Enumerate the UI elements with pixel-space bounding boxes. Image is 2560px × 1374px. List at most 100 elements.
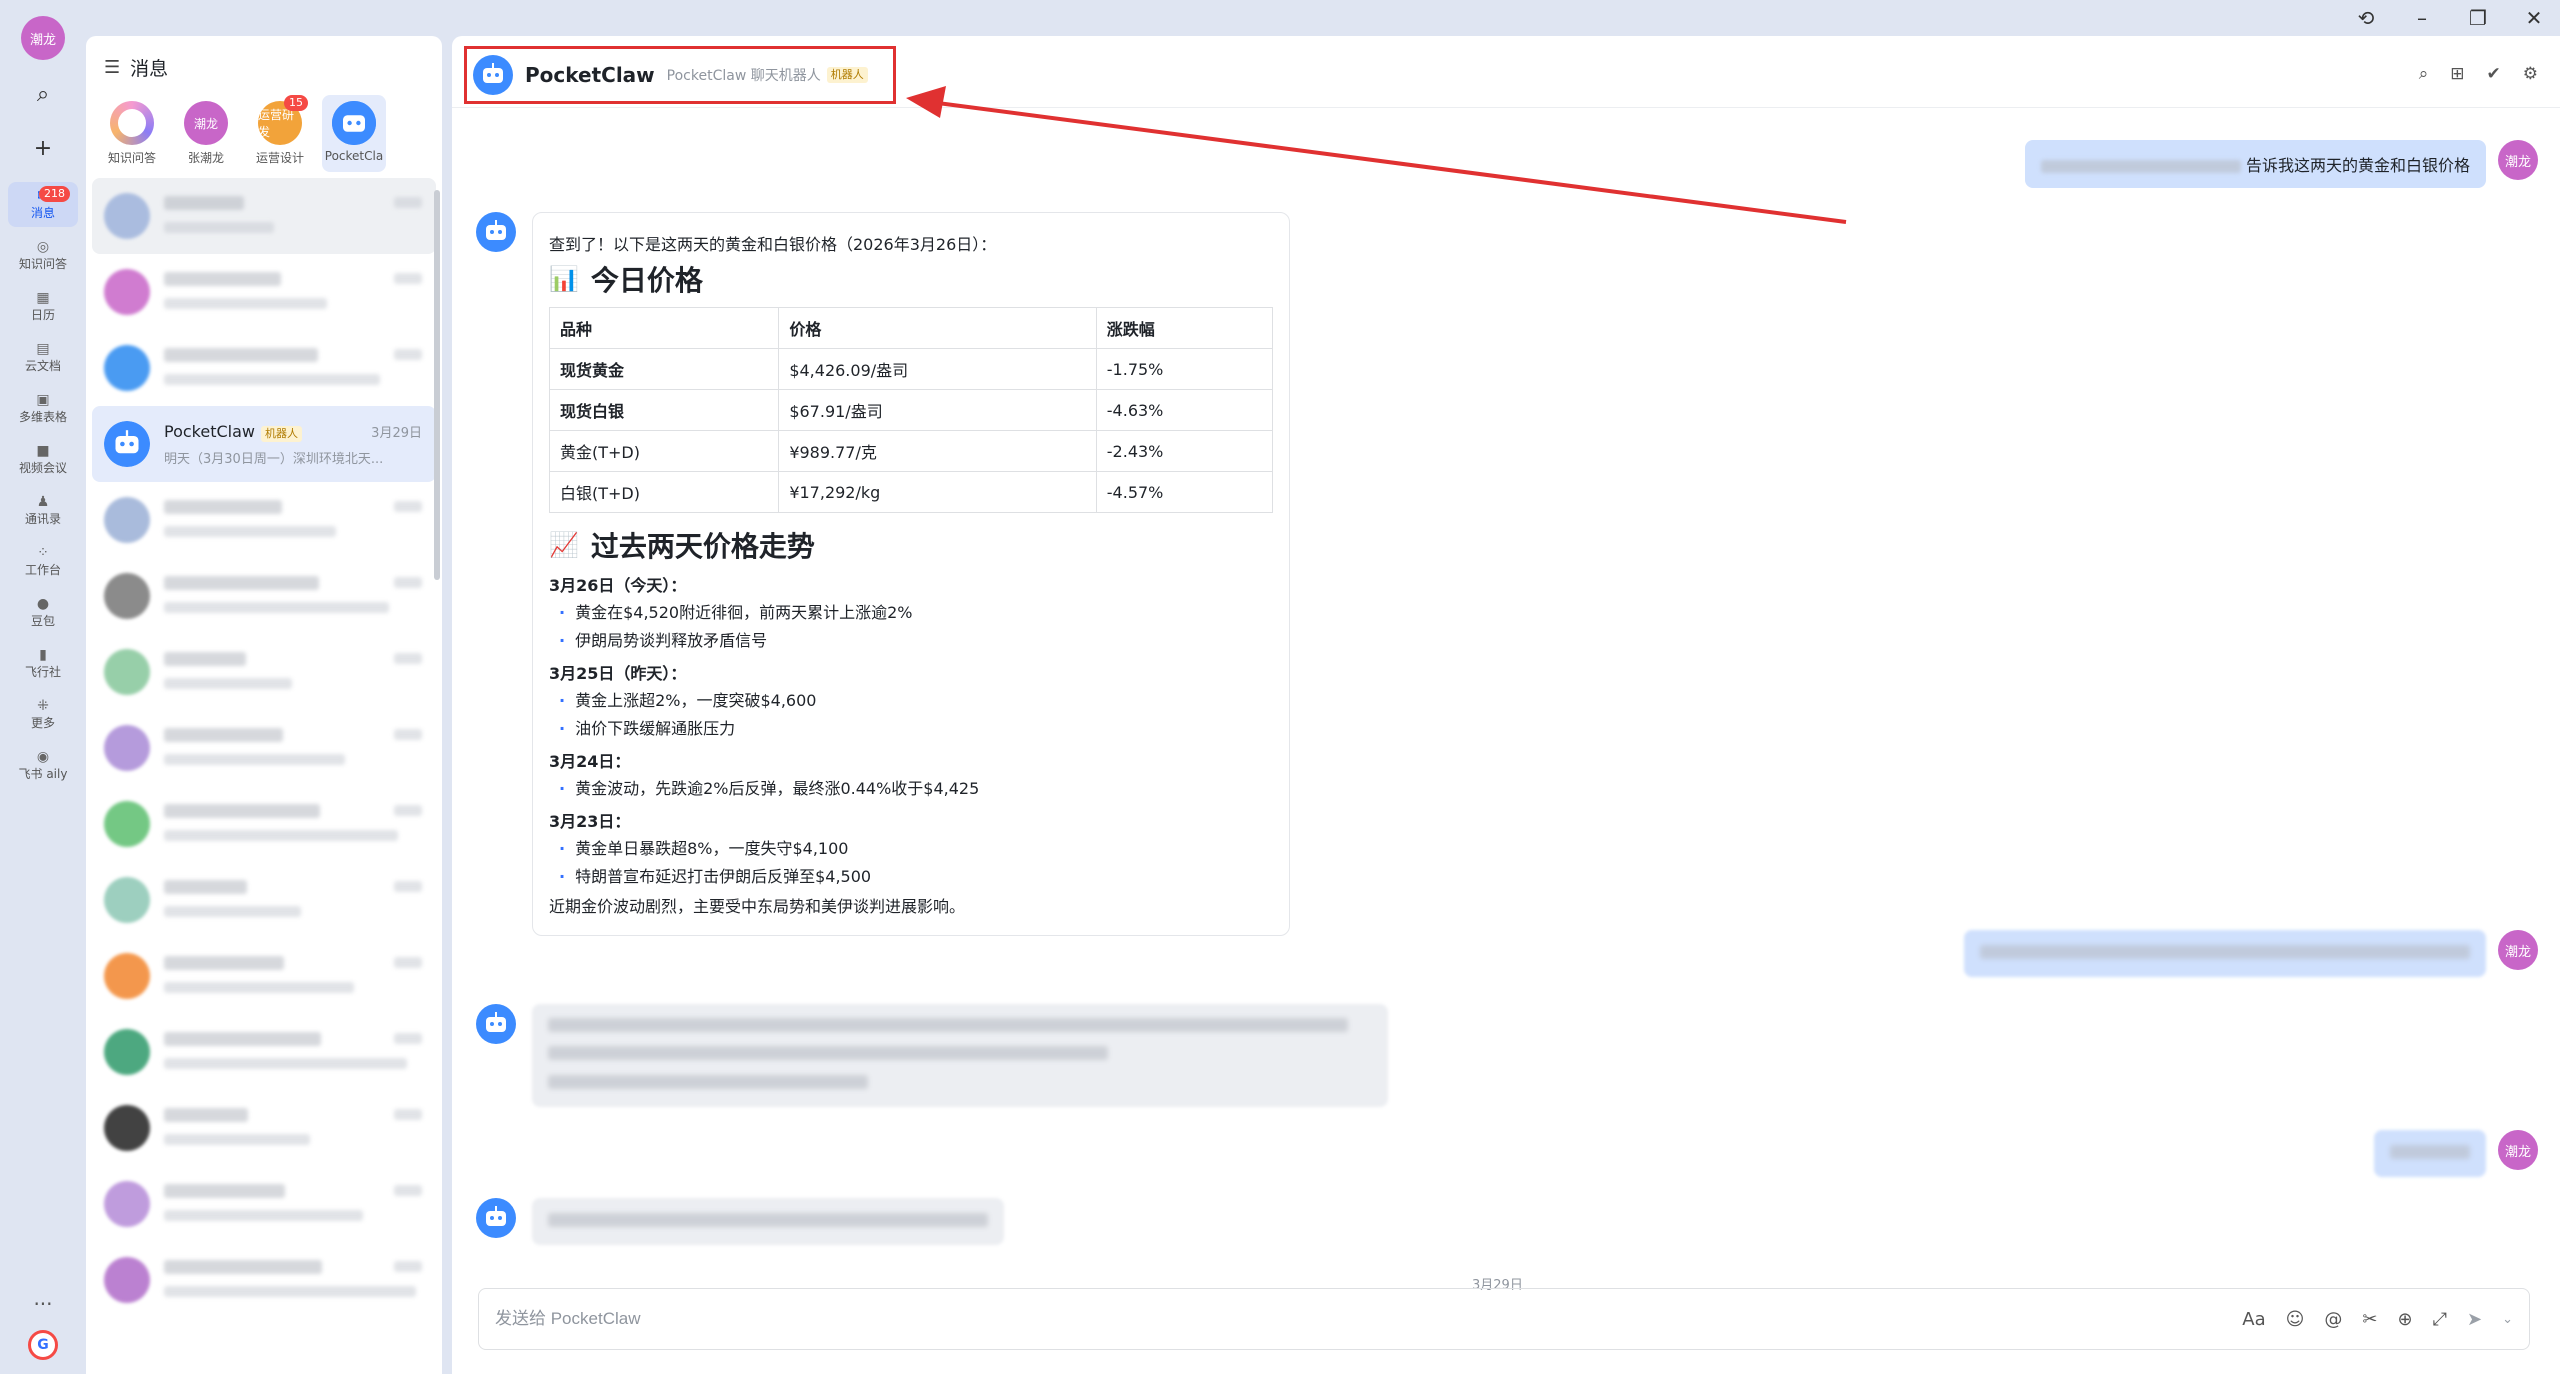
self-message-bubble[interactable]	[2374, 1130, 2486, 1177]
settings-icon[interactable]: ⚙	[2523, 64, 2538, 84]
tasks-icon[interactable]: ✔	[2487, 64, 2501, 84]
self-message-bubble[interactable]: 告诉我这两天的黄金和白银价格	[2024, 140, 2486, 188]
app-logo-icon[interactable]: G	[28, 1330, 58, 1360]
self-avatar[interactable]: 潮龙	[2498, 930, 2538, 970]
self-avatar[interactable]: 潮龙	[2498, 140, 2538, 180]
history-icon[interactable]: ⟲	[2352, 6, 2380, 30]
rail-item-1[interactable]: ◎ 知识问答	[8, 233, 78, 278]
bot-avatar-icon[interactable]	[473, 55, 513, 95]
conversation-item[interactable]	[92, 786, 436, 862]
blurred-preview	[164, 1285, 416, 1297]
rail-item-label: 飞行社	[24, 665, 61, 679]
rail-item-9[interactable]: ▮ 飞行社	[8, 641, 78, 686]
rail-item-10[interactable]: ⁜ 更多	[8, 692, 78, 737]
conversation-item[interactable]	[92, 634, 436, 710]
conversation-avatar	[104, 801, 150, 847]
conversation-avatar	[104, 345, 150, 391]
rail-item-6[interactable]: ♟ 通讯录	[8, 488, 78, 533]
conversation-item[interactable]	[92, 178, 436, 254]
search-in-chat-icon[interactable]: ⌕	[2419, 64, 2429, 84]
conversation-item[interactable]	[92, 862, 436, 938]
add-member-icon[interactable]: ⊞	[2450, 64, 2464, 84]
blurred-text	[2040, 160, 2241, 173]
rail-item-11[interactable]: ◉ 飞书 aily	[8, 743, 78, 788]
my-avatar[interactable]: 潮龙	[21, 16, 65, 60]
blurred-preview	[164, 829, 398, 841]
rail-item-5[interactable]: ■ 视频会议	[8, 437, 78, 482]
blurred-preview	[164, 753, 345, 765]
chat-title[interactable]: PocketClaw	[525, 63, 655, 87]
rail-item-3[interactable]: ▤ 云文档	[8, 335, 78, 380]
chat-title-highlight: PocketClaw PocketClaw 聊天机器人 机器人	[464, 46, 896, 104]
conversation-item[interactable]	[92, 710, 436, 786]
table-row: 现货白银 $67.91/盎司 -4.63%	[548, 389, 1274, 431]
self-avatar[interactable]: 潮龙	[2498, 1130, 2538, 1170]
conversation-item[interactable]	[92, 330, 436, 406]
conversation-item[interactable]: PocketClaw 机器人 3月29日 明天（3月30日周一）深圳环境北天...	[92, 406, 436, 482]
self-message-bubble[interactable]	[1964, 930, 2486, 977]
conversation-item[interactable]	[92, 482, 436, 558]
bot-avatar-icon[interactable]	[476, 1198, 516, 1238]
restore-button[interactable]: ❐	[2464, 6, 2492, 30]
rail-item-7[interactable]: ⁘ 工作台	[8, 539, 78, 584]
pinned-chat[interactable]: 潮龙 张潮龙	[174, 95, 238, 172]
minimize-button[interactable]: –	[2408, 6, 2436, 30]
self-message-text: 告诉我这两天的黄金和白银价格	[2245, 156, 2470, 175]
more-icon[interactable]: ···	[33, 1292, 52, 1316]
list-scrollbar[interactable]	[434, 190, 440, 580]
conversation-item[interactable]	[92, 1090, 436, 1166]
rail-item-4[interactable]: ▣ 多维表格	[8, 386, 78, 431]
conversation-item[interactable]	[92, 558, 436, 634]
send-icon[interactable]: ➤	[2467, 1309, 2482, 1330]
text-format-icon[interactable]: Aa	[2242, 1309, 2265, 1330]
expand-icon[interactable]: ⤢	[2433, 1309, 2447, 1330]
blurred-time	[394, 577, 422, 588]
conversation-item[interactable]	[92, 1166, 436, 1242]
blurred-name	[164, 575, 319, 590]
pinned-chat[interactable]: PocketCla	[322, 95, 386, 172]
bot-tag: 机器人	[826, 67, 868, 83]
add-icon[interactable]: +	[23, 128, 63, 168]
conversation-item[interactable]	[92, 1014, 436, 1090]
conversation-avatar	[104, 1257, 150, 1303]
self-message-row: 潮龙	[2374, 1130, 2538, 1177]
bot-message-bubble[interactable]	[532, 1004, 1388, 1107]
conversation-item[interactable]	[92, 938, 436, 1014]
send-options-chevron-icon[interactable]: ⌄	[2502, 1312, 2513, 1327]
bot-reply-card[interactable]: 查到了！以下是这两天的黄金和白银价格（2026年3月26日）： 📊 今日价格 品…	[532, 212, 1290, 936]
list-filter-icon[interactable]: ☰	[104, 57, 120, 78]
rail-item-label: 通讯录	[24, 512, 61, 526]
rail-item-8[interactable]: ● 豆包	[8, 590, 78, 635]
emoji-icon[interactable]: ☺	[2286, 1309, 2305, 1330]
blurred-preview	[164, 373, 380, 385]
composer-tools: Aa ☺ @ ✂ ⊕ ⤢ ➤ ⌄	[2242, 1309, 2513, 1330]
bot-avatar-icon[interactable]	[476, 1004, 516, 1044]
scissors-icon[interactable]: ✂	[2362, 1309, 2377, 1330]
mention-icon[interactable]: @	[2324, 1309, 2342, 1330]
rail-item-label: 飞书 aily	[18, 767, 68, 781]
pinned-chat[interactable]: 知识问答	[100, 95, 164, 172]
contacts-icon: ♟	[36, 494, 50, 510]
message-input[interactable]	[495, 1309, 2243, 1329]
list-title: 消息	[130, 58, 169, 80]
bot-message-bubble[interactable]	[532, 1198, 1004, 1245]
close-button[interactable]: ✕	[2520, 6, 2548, 30]
blurred-time	[394, 349, 422, 360]
rail-item-2[interactable]: ▦ 日历	[8, 284, 78, 329]
rail-item-0[interactable]: ✉消息218	[8, 182, 78, 227]
conversation-name: PocketClaw	[164, 421, 255, 441]
pinned-chats: 知识问答 潮龙 张潮龙 运营研发 运营设计 15 PocketCla	[86, 81, 442, 178]
pinned-chat[interactable]: 运营研发 运营设计 15	[248, 95, 312, 172]
add-attachment-icon[interactable]: ⊕	[2398, 1309, 2413, 1330]
more-apps-icon: ⁜	[37, 698, 49, 714]
blurred-preview	[164, 677, 292, 689]
line-chart-icon: 📈	[549, 531, 579, 559]
trend-days: 3月26日（今天）： 黄金在$4,520附近徘徊，前两天累计上涨逾2%伊朗局势谈判…	[549, 573, 1273, 891]
bot-tag: 机器人	[260, 425, 302, 442]
conversation-item[interactable]	[92, 254, 436, 330]
table-row: 白银(T+D) ¥17,292/kg -4.57%	[548, 471, 1274, 513]
bar-chart-icon: 📊	[549, 265, 579, 293]
conversation-item[interactable]	[92, 1242, 436, 1318]
search-icon[interactable]: ⌕	[23, 74, 63, 114]
bot-avatar-icon[interactable]	[476, 212, 516, 252]
